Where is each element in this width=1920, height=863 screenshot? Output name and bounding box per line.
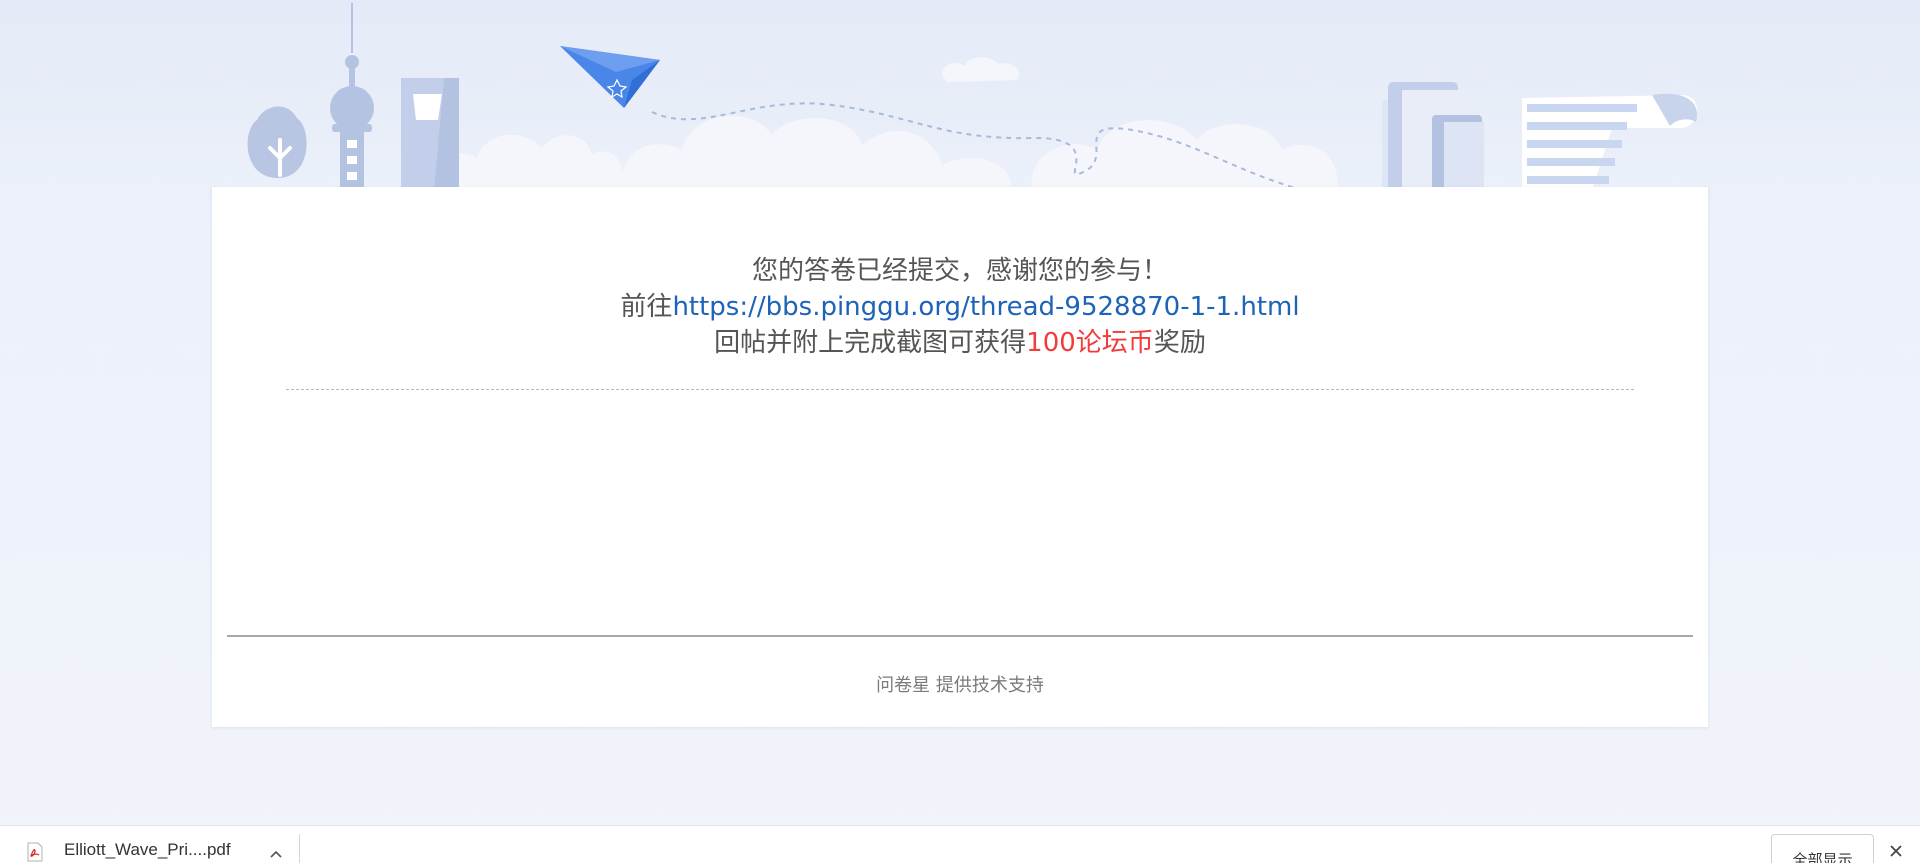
show-all-button[interactable]: 全部显示 <box>1771 834 1874 863</box>
thread-link[interactable]: https://bbs.pinggu.org/thread-9528870-1-… <box>672 292 1299 322</box>
header-illustration <box>247 3 1698 190</box>
tree-icon <box>247 106 307 178</box>
tv-tower-icon <box>330 3 374 190</box>
reward-prefix: 回帖并附上完成截图可获得 <box>714 328 1027 358</box>
goto-prefix: 前往 <box>620 292 673 322</box>
reward-line: 回帖并附上完成截图可获得100论坛币奖励 <box>212 325 1708 361</box>
close-icon[interactable] <box>1888 843 1904 859</box>
result-message: 您的答卷已经提交，感谢您的参与！ 前往https://bbs.pinggu.or… <box>212 253 1708 361</box>
download-divider <box>299 834 300 863</box>
paper-plane-icon <box>560 46 660 108</box>
reward-suffix: 奖励 <box>1153 328 1206 358</box>
thank-you-text: 您的答卷已经提交，感谢您的参与！ <box>751 256 1168 286</box>
goto-line: 前往https://bbs.pinggu.org/thread-9528870-… <box>212 289 1708 325</box>
result-card: 您的答卷已经提交，感谢您的参与！ 前往https://bbs.pinggu.or… <box>212 187 1708 727</box>
download-item[interactable]: Elliott_Wave_Pri....pdf <box>26 840 283 863</box>
download-bar: Elliott_Wave_Pri....pdf 全部显示 <box>0 825 1920 863</box>
pdf-icon <box>27 842 43 862</box>
download-file-name: Elliott_Wave_Pri....pdf <box>64 840 231 859</box>
dashed-divider <box>286 389 1634 390</box>
reward-amount: 100论坛币 <box>1026 328 1154 358</box>
chevron-up-icon[interactable] <box>269 849 283 859</box>
footer-divider <box>227 635 1693 637</box>
skyscraper-icon <box>401 78 459 190</box>
books-icon <box>1382 82 1484 190</box>
tech-support-credit: 问卷星 提供技术支持 <box>876 675 1044 696</box>
paper-scroll-icon <box>1522 93 1698 190</box>
clouds <box>431 57 1338 190</box>
